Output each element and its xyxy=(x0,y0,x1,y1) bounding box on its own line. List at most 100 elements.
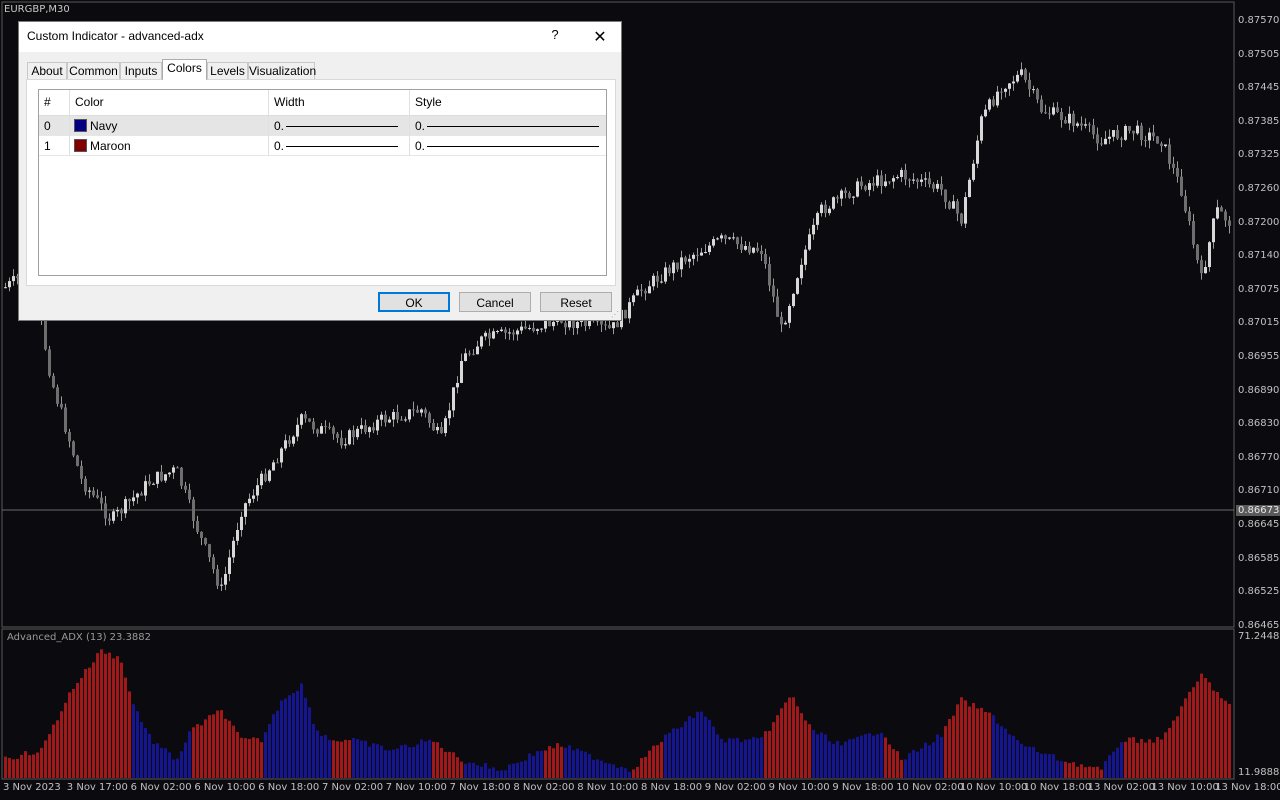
adx-bar xyxy=(264,732,267,778)
column-header-width[interactable]: Width xyxy=(269,90,410,115)
candle-body xyxy=(856,181,859,197)
adx-bar xyxy=(944,726,947,778)
price-tick-label: 0.86770 xyxy=(1238,451,1280,463)
price-tick-label: 0.87570 xyxy=(1238,15,1280,26)
adx-bar xyxy=(952,715,955,778)
style-cell[interactable]: 0. xyxy=(410,136,606,156)
time-tick-label: 3 Nov 2023 xyxy=(3,782,61,793)
width-value: 0. xyxy=(274,119,285,133)
candle-body xyxy=(1060,111,1063,120)
adx-bar xyxy=(872,735,875,778)
reset-button[interactable]: Reset xyxy=(540,292,612,312)
adx-bar xyxy=(424,741,427,778)
width-line-sample xyxy=(286,146,398,147)
tab-inputs[interactable]: Inputs xyxy=(120,62,162,79)
candle-body xyxy=(632,295,635,303)
adx-bar xyxy=(484,763,487,778)
candle-body xyxy=(1012,81,1015,84)
adx-bar xyxy=(1152,742,1155,778)
candle-body xyxy=(184,485,187,490)
adx-bar xyxy=(728,738,731,778)
adx-bar xyxy=(328,739,331,778)
candle-body xyxy=(804,249,807,265)
table-row[interactable]: 0 Navy 0. 0. xyxy=(39,116,606,136)
dialog-titlebar[interactable]: Custom Indicator - advanced-adx ? ✕ xyxy=(19,22,621,52)
price-tick-label: 0.87140 xyxy=(1238,250,1280,262)
candle-body xyxy=(1128,125,1131,131)
cancel-button[interactable]: Cancel xyxy=(459,292,531,312)
tab-levels[interactable]: Levels xyxy=(207,62,248,79)
width-cell[interactable]: 0. xyxy=(269,116,410,136)
adx-bar xyxy=(80,678,83,778)
adx-bar xyxy=(732,738,735,778)
adx-bar xyxy=(540,750,543,778)
style-cell[interactable]: 0. xyxy=(410,116,606,136)
adx-bar xyxy=(1184,698,1187,778)
candle-body xyxy=(332,427,335,434)
adx-bar xyxy=(152,743,155,778)
color-cell[interactable]: Navy xyxy=(70,116,269,136)
adx-bar xyxy=(1204,678,1207,778)
dialog-title: Custom Indicator - advanced-adx xyxy=(27,29,204,43)
column-header-style[interactable]: Style xyxy=(410,90,606,115)
column-header-color[interactable]: Color xyxy=(70,90,269,115)
adx-bar xyxy=(744,739,747,778)
color-cell[interactable]: Maroon xyxy=(70,136,269,156)
width-cell[interactable]: 0. xyxy=(269,136,410,156)
candle-body xyxy=(392,411,395,420)
candle-body xyxy=(512,332,515,335)
candle-body xyxy=(400,419,403,421)
adx-bar xyxy=(896,751,899,778)
adx-bar xyxy=(1052,754,1055,778)
candle-body xyxy=(52,375,55,388)
candle-body xyxy=(1108,136,1111,139)
tab-colors[interactable]: Colors xyxy=(162,59,207,80)
adx-bar xyxy=(616,767,619,778)
indicator-label: Advanced_ADX (13) 23.3882 xyxy=(7,632,152,643)
adx-bar xyxy=(156,743,159,778)
adx-bar xyxy=(1048,754,1051,778)
resize-grip-icon[interactable]: ⋰ xyxy=(611,310,619,319)
price-tick-label: 0.87075 xyxy=(1238,283,1280,295)
help-button[interactable]: ? xyxy=(547,27,563,45)
tab-common[interactable]: Common xyxy=(67,62,120,79)
candle-body xyxy=(932,184,935,189)
candle-body xyxy=(532,327,535,331)
adx-bar xyxy=(112,658,115,778)
candle-body xyxy=(668,267,671,274)
candle-body xyxy=(528,327,531,329)
adx-bar xyxy=(248,738,251,778)
candle-body xyxy=(888,181,891,183)
column-header-index[interactable]: # xyxy=(39,90,70,115)
candle-body xyxy=(1164,144,1167,147)
tab-visualization[interactable]: Visualization xyxy=(248,62,316,79)
candle-body xyxy=(196,520,199,532)
adx-bar xyxy=(932,742,935,778)
candle-body xyxy=(208,544,211,558)
adx-bar xyxy=(532,755,535,778)
adx-bar xyxy=(316,730,319,778)
candle-body xyxy=(840,190,843,199)
candle-body xyxy=(1148,132,1151,141)
adx-bar xyxy=(8,757,11,778)
candle-body xyxy=(876,175,879,186)
adx-bar xyxy=(948,719,951,778)
table-row[interactable]: 1 Maroon 0. 0. xyxy=(39,136,606,156)
candle-body xyxy=(368,427,371,433)
close-button[interactable]: ✕ xyxy=(591,27,609,46)
candle-body xyxy=(972,163,975,180)
candle-body xyxy=(928,178,931,185)
tab-about[interactable]: About xyxy=(27,62,67,79)
adx-bar xyxy=(204,719,207,778)
adx-bar xyxy=(852,738,855,778)
adx-bar xyxy=(564,747,567,778)
adx-bar xyxy=(320,736,323,778)
candle-body xyxy=(704,252,707,254)
candle-body xyxy=(104,503,107,519)
ok-button[interactable]: OK xyxy=(378,292,450,312)
candle-body xyxy=(176,467,179,469)
candle-body xyxy=(920,179,923,182)
style-value: 0. xyxy=(415,119,426,133)
adx-bar xyxy=(644,756,647,778)
candle-body xyxy=(900,169,903,177)
